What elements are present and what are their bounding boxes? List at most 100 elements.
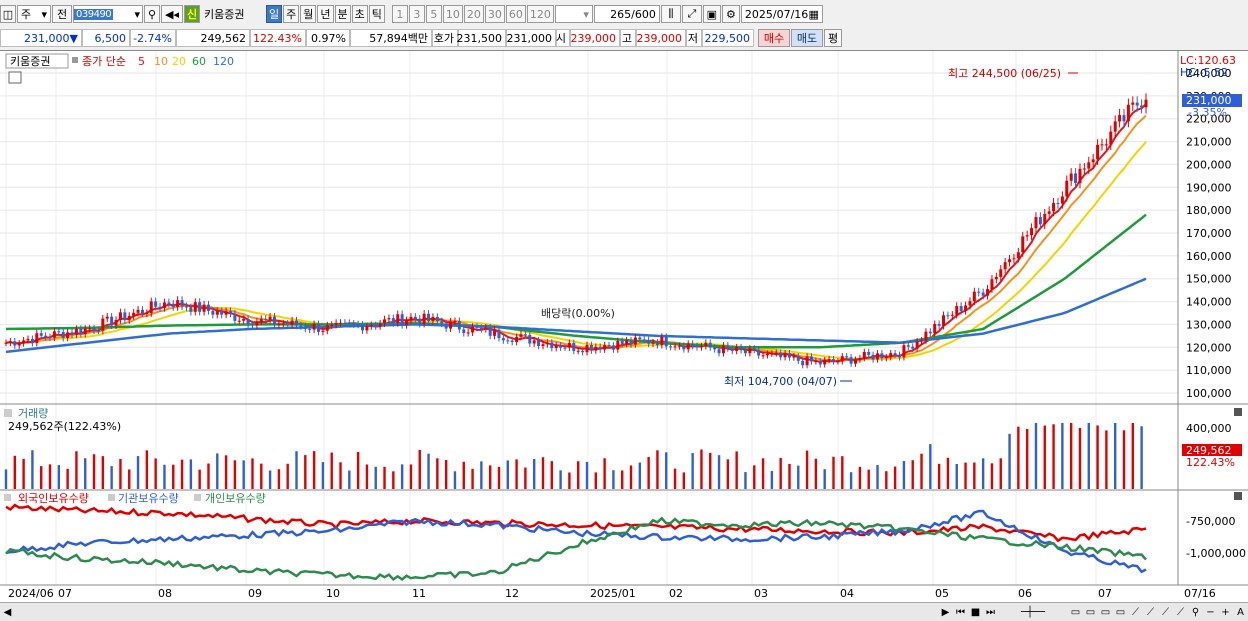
volume-bar	[797, 465, 800, 489]
candle-body	[937, 324, 941, 326]
candle-body	[114, 320, 118, 326]
tab-week[interactable]: 주	[283, 5, 300, 23]
candle-body	[1122, 115, 1126, 122]
scroll-left-icon[interactable]: ◀	[0, 605, 15, 620]
candle-body	[594, 346, 598, 351]
candle-body	[383, 319, 387, 324]
buy-button[interactable]: 매수	[758, 29, 790, 47]
change-field: 6,500	[82, 29, 130, 47]
sell-button[interactable]: 매도	[791, 29, 823, 47]
chart-area[interactable]: 240,000230,000220,000210,000200,000190,0…	[0, 50, 1248, 602]
volume-bar	[242, 460, 245, 489]
minute-30[interactable]: 30	[484, 5, 505, 23]
x-axis-label: 09	[248, 587, 262, 600]
candle-body	[110, 316, 114, 326]
minus-icon[interactable]: −	[1203, 605, 1218, 620]
interval-select[interactable]: ▾	[554, 5, 593, 23]
gear-icon[interactable]: ⚙	[721, 5, 740, 23]
candle-body	[127, 315, 131, 321]
speaker-icon[interactable]: ◀◂	[161, 5, 183, 23]
ma20-line	[5, 141, 1147, 361]
text-tool-icon[interactable]: A	[1233, 605, 1248, 620]
candle-body	[88, 328, 92, 330]
candle-icon[interactable]: ⫼	[660, 5, 681, 23]
volume-bar	[955, 464, 958, 489]
save-icon[interactable]: ▣	[702, 5, 721, 23]
minute-10[interactable]: 10	[442, 5, 463, 23]
candle-body	[308, 328, 312, 330]
tab-month[interactable]: 월	[300, 5, 317, 23]
candle-body	[396, 314, 400, 324]
candle-body	[585, 344, 589, 353]
chevron-down-icon: ▾	[583, 7, 589, 21]
prev-button[interactable]: 전	[52, 5, 72, 23]
magnifier-icon[interactable]: ⚲	[1188, 605, 1203, 620]
close-icon[interactable]	[1234, 492, 1242, 500]
tab-day[interactable]: 일	[266, 5, 283, 23]
zoom-slider[interactable]: ─┼──	[998, 605, 1068, 620]
volume-bar	[480, 461, 483, 489]
chart-svg: 240,000230,000220,000210,000200,000190,0…	[0, 51, 1248, 600]
volume-bar	[57, 465, 61, 489]
minute-1[interactable]: 1	[391, 5, 408, 23]
draw-icon[interactable]: ⤢	[681, 5, 702, 23]
candle-body	[418, 318, 422, 324]
candle-body	[92, 328, 96, 331]
tab-second[interactable]: 초	[351, 5, 368, 23]
minute-60[interactable]: 60	[505, 5, 526, 23]
candle-body	[66, 332, 70, 338]
holding-foreign-label: 외국인보유수량	[18, 492, 89, 505]
minute-3[interactable]: 3	[408, 5, 425, 23]
turnover-field: 0.97%	[306, 29, 350, 47]
fastforward-icon[interactable]: ⏭	[983, 605, 998, 620]
volume-bar	[453, 471, 457, 489]
candle-body	[629, 340, 633, 345]
market-select[interactable]: 주 ▾	[17, 5, 51, 23]
price-tag-pct: -3.35%	[1188, 106, 1227, 119]
candle-body	[132, 312, 136, 316]
candle-body	[1065, 180, 1069, 197]
candle-body	[836, 361, 840, 363]
volume-bar	[101, 456, 105, 489]
candle-body	[361, 324, 365, 331]
date-input[interactable]: 2025/07/16 ▦	[740, 5, 823, 23]
layout-icon[interactable]: ▭	[1068, 605, 1083, 620]
minute-5[interactable]: 5	[425, 5, 442, 23]
candle-body	[299, 325, 303, 327]
volume-bar	[1140, 426, 1143, 489]
line-tool-icon[interactable]: ⟋	[1173, 605, 1188, 620]
candle-body	[493, 329, 497, 336]
layout-icon[interactable]: ▭	[1083, 605, 1098, 620]
window-icon[interactable]: ◫	[0, 5, 16, 23]
candle-body	[154, 301, 158, 307]
tab-minute[interactable]: 분	[334, 5, 351, 23]
price-axis-label: 190,000	[1186, 181, 1232, 194]
stock-code-input[interactable]: 039490 ▾	[73, 5, 143, 23]
candle-body	[422, 313, 426, 324]
candle-body	[4, 342, 8, 344]
layout-icon[interactable]: ▭	[1113, 605, 1128, 620]
minute-120[interactable]: 120	[526, 5, 554, 23]
count-input[interactable]: 265/600	[593, 5, 660, 23]
minute-20[interactable]: 20	[463, 5, 484, 23]
close-icon[interactable]	[1234, 408, 1242, 416]
candle-body	[501, 338, 505, 341]
stop-icon[interactable]: ■	[968, 605, 983, 620]
volume-bar	[295, 451, 298, 489]
x-axis-label: 04	[840, 587, 854, 600]
plus-icon[interactable]: +	[1218, 605, 1233, 620]
tab-year[interactable]: 년	[317, 5, 334, 23]
rewind-icon[interactable]: ⏮	[953, 605, 968, 620]
volume-bar	[286, 463, 289, 489]
x-axis-label: 07	[58, 587, 72, 600]
candle-body	[942, 315, 946, 326]
line-tool-icon[interactable]: ⟋	[1128, 605, 1143, 620]
line-tool-icon[interactable]: ⟋	[1158, 605, 1173, 620]
scroll-right-icon[interactable]: ▶	[938, 605, 953, 620]
line-tool-icon[interactable]: ⟋	[1143, 605, 1158, 620]
table-icon[interactable]	[8, 71, 22, 84]
search-icon[interactable]: ⚲	[144, 5, 160, 23]
tab-tick[interactable]: 틱	[368, 5, 385, 23]
layout-icon[interactable]: ▭	[1098, 605, 1113, 620]
avg-button[interactable]: 평	[824, 29, 842, 47]
